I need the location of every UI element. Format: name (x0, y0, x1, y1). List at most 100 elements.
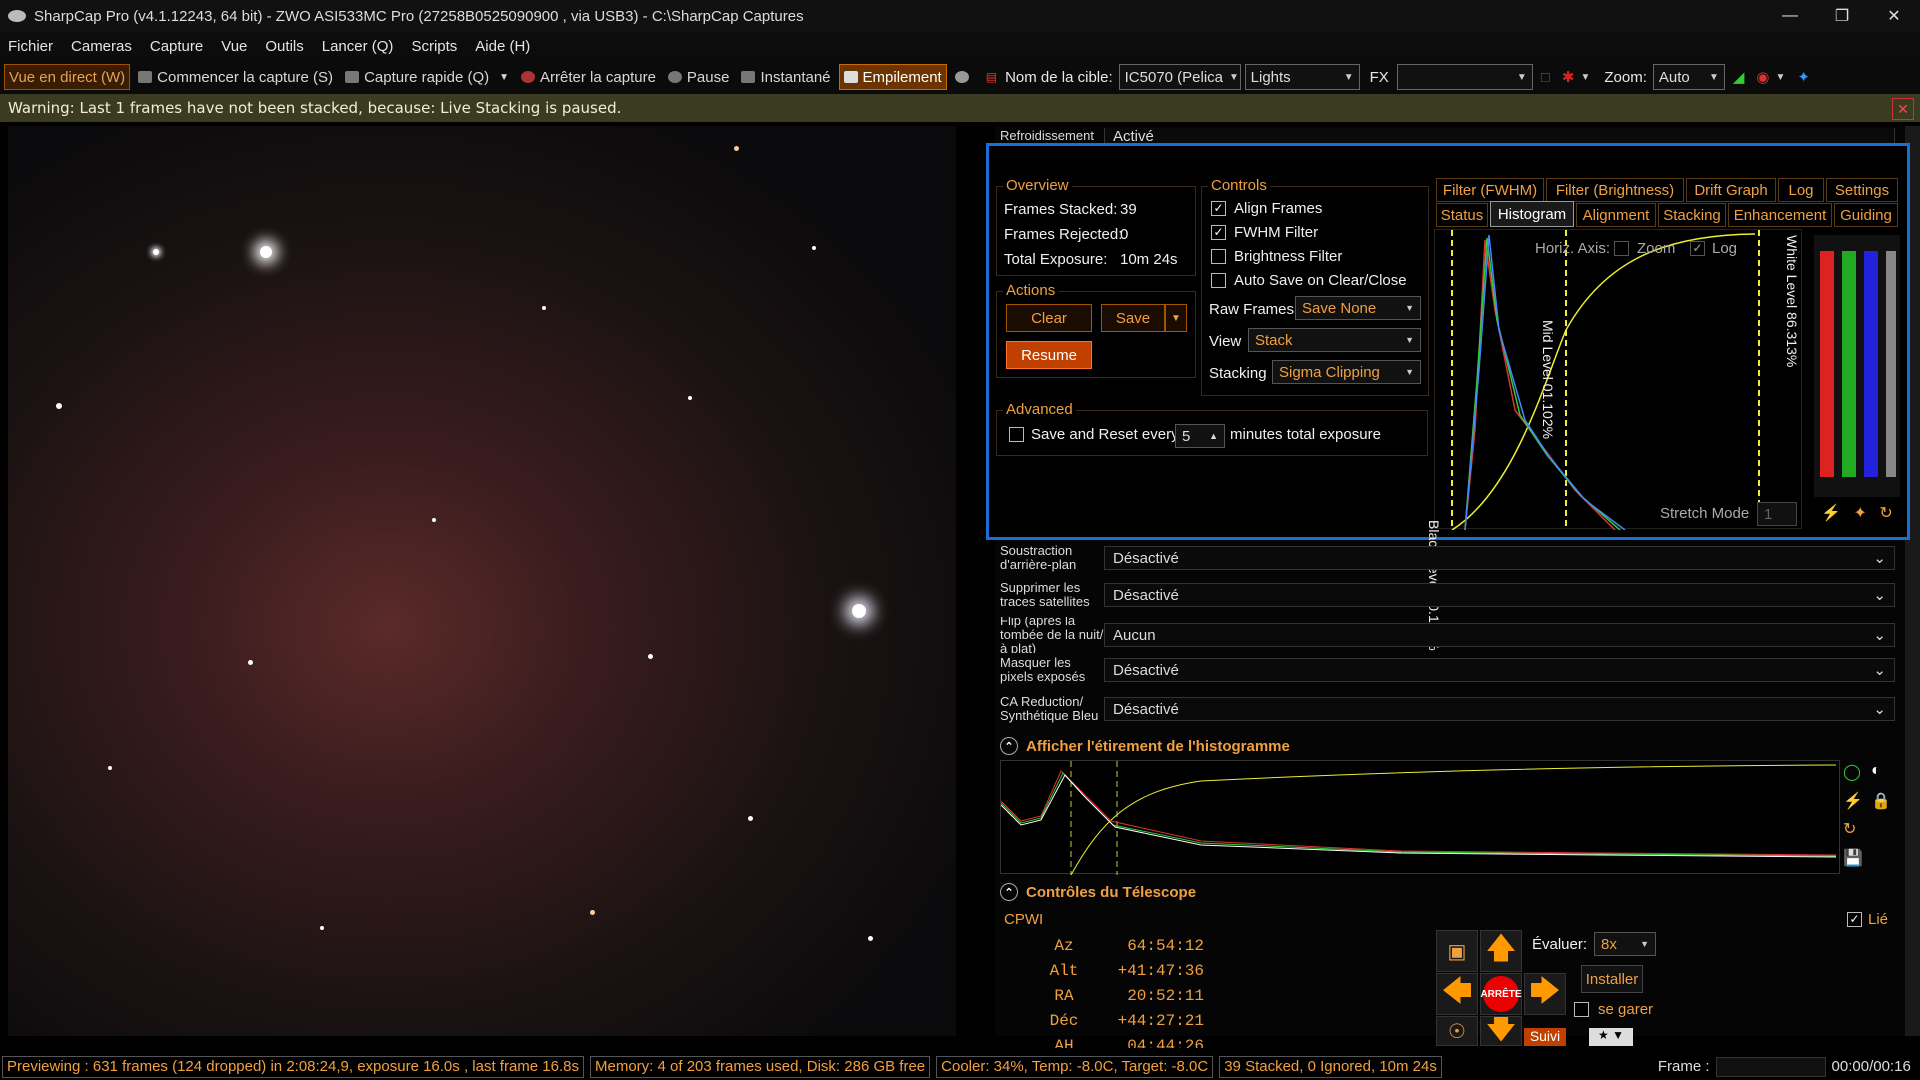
brightness-filter-checkbox[interactable] (1211, 249, 1226, 264)
rate-select[interactable]: 8x ▼ (1594, 932, 1656, 956)
install-button[interactable]: Installer (1581, 965, 1643, 993)
menu-capture[interactable]: Capture (150, 38, 203, 55)
start-capture-button[interactable]: Commencer la capture (S) (134, 64, 337, 90)
tab-filter-brightness[interactable]: Filter (Brightness) (1546, 178, 1684, 202)
lightning-icon[interactable]: ⚡ (1821, 503, 1841, 525)
spiral-search-button[interactable]: ▣ (1436, 930, 1478, 972)
luminance-slider[interactable] (1886, 251, 1896, 477)
histogram-tool-button[interactable]: ◢ (1729, 64, 1749, 90)
blue-slider[interactable] (1864, 251, 1878, 477)
collapse-icon[interactable]: ⌃ (1000, 737, 1018, 755)
contrast-icon[interactable]: ◐ (1871, 762, 1895, 787)
menu-vue[interactable]: Vue (221, 38, 247, 55)
raw-frames-select[interactable]: Save None ▼ (1295, 296, 1421, 320)
clear-button[interactable]: Clear (1006, 304, 1092, 332)
save-icon[interactable]: 💾 (1843, 848, 1867, 873)
linked-checkbox[interactable]: ✓ (1847, 912, 1862, 927)
auto-save-checkbox[interactable] (1211, 273, 1226, 288)
stop-capture-button[interactable]: Arrêter la capture (517, 64, 660, 90)
east-button[interactable]: 🡆 (1524, 973, 1566, 1015)
prop-value[interactable]: Désactivé ⌄ (1104, 546, 1895, 570)
west-button[interactable]: 🡄 (1436, 973, 1478, 1015)
save-reset-checkbox[interactable] (1009, 427, 1024, 442)
tab-log[interactable]: Log (1778, 178, 1824, 202)
prop-value[interactable]: Désactivé ⌄ (1104, 658, 1895, 682)
channel-sliders[interactable] (1814, 235, 1900, 497)
green-slider[interactable] (1842, 251, 1856, 477)
target-button[interactable]: ☉ (1436, 1016, 1478, 1046)
north-button[interactable]: 🡅 (1480, 930, 1522, 972)
focus-tool-button[interactable]: ◉ ▼ (1752, 64, 1789, 90)
view-select[interactable]: Stack ▼ (1248, 328, 1421, 352)
prop-value[interactable]: Désactivé ⌄ (1104, 697, 1895, 721)
display-histogram[interactable] (1000, 760, 1840, 876)
zoom-checkbox[interactable] (1614, 241, 1629, 256)
target-name-combo[interactable]: IC5070 (Pelica ▼ (1118, 64, 1241, 90)
rate-value: 8x (1601, 935, 1617, 953)
menu-cameras[interactable]: Cameras (71, 38, 132, 55)
crosshair-button[interactable]: ✱ ▼ (1558, 64, 1594, 90)
quick-capture-button[interactable]: Capture rapide (Q) ▼ (341, 64, 513, 90)
stack-histogram[interactable] (1434, 229, 1802, 531)
star-select-icon[interactable]: ★ ▼ (1589, 1028, 1633, 1046)
chevron-down-icon[interactable]: ▼ (499, 72, 509, 83)
save-reset-minutes-stepper[interactable]: 5 ▲ (1175, 424, 1225, 448)
save-button[interactable]: Save (1101, 304, 1165, 332)
tab-enhancement[interactable]: Enhancement (1728, 203, 1832, 227)
telescope-header[interactable]: ⌃ Contrôles du Télescope (1000, 879, 1895, 905)
resume-button[interactable]: Resume (1006, 341, 1092, 369)
south-button[interactable]: 🡇 (1480, 1016, 1522, 1046)
fx-combo[interactable]: ▼ (1396, 64, 1533, 90)
tab-settings[interactable]: Settings (1826, 178, 1898, 202)
auto-stretch-icon[interactable]: ◯ (1843, 762, 1867, 787)
tab-alignment[interactable]: Alignment (1576, 203, 1656, 227)
lightning-icon[interactable]: ⚡ (1843, 791, 1867, 816)
snapshot-button[interactable]: Instantané (737, 64, 834, 90)
save-dropdown-icon[interactable]: ▼ (1165, 304, 1187, 332)
log-checkbox[interactable]: ✓ (1690, 241, 1705, 256)
frame-type-combo[interactable]: Lights ▼ (1244, 64, 1360, 90)
red-slider[interactable] (1820, 251, 1834, 477)
controls-title: Controls (1208, 177, 1270, 194)
collapse-icon[interactable]: ⌃ (1000, 883, 1018, 901)
histogram-stretch-header[interactable]: ⌃ Afficher l'étirement de l'histogramme (1000, 733, 1895, 759)
prop-value[interactable]: Aucun ⌄ (1104, 623, 1895, 647)
stop-button[interactable]: ARRÊTE (1480, 973, 1522, 1015)
align-frames-checkbox[interactable]: ✓ (1211, 201, 1226, 216)
pause-button[interactable]: Pause (664, 64, 734, 90)
menu-fichier[interactable]: Fichier (8, 38, 53, 55)
prop-value[interactable]: Désactivé ⌄ (1104, 583, 1895, 607)
tab-status[interactable]: Status (1436, 203, 1488, 227)
tab-drift-graph[interactable]: Drift Graph (1686, 178, 1776, 202)
fwhm-filter-checkbox[interactable]: ✓ (1211, 225, 1226, 240)
image-viewport[interactable] (8, 126, 956, 1036)
stacking-button[interactable]: Empilement (838, 64, 947, 90)
tab-guiding[interactable]: Guiding (1834, 203, 1898, 227)
park-checkbox[interactable] (1574, 1002, 1589, 1017)
live-view-button[interactable]: Vue en direct (W) (4, 64, 131, 90)
tab-filter-fwhm[interactable]: Filter (FWHM) (1436, 178, 1544, 202)
frame-slider[interactable] (1715, 1056, 1826, 1077)
stretch-mode-stepper[interactable]: 1 (1757, 502, 1797, 526)
track-button[interactable]: Suivi (1524, 1028, 1566, 1046)
reticle-button[interactable]: □ (1537, 64, 1554, 90)
lock-icon[interactable]: 🔒 (1871, 791, 1895, 816)
prop-value[interactable]: Activé (1104, 128, 1895, 144)
tab-histogram[interactable]: Histogram (1490, 201, 1574, 227)
maximize-button[interactable]: ❐ (1816, 0, 1868, 32)
record-button[interactable] (951, 64, 978, 90)
stacking-select[interactable]: Sigma Clipping ▼ (1272, 360, 1421, 384)
warning-close-icon[interactable]: ✕ (1892, 98, 1914, 120)
close-button[interactable]: ✕ (1868, 0, 1920, 32)
reset-icon[interactable]: ↻ (1879, 503, 1892, 525)
minimize-button[interactable]: — (1764, 0, 1816, 32)
tab-stacking[interactable]: Stacking (1658, 203, 1726, 227)
menu-scripts[interactable]: Scripts (411, 38, 457, 55)
reset-icon[interactable]: ↻ (1843, 819, 1867, 844)
zoom-combo[interactable]: Auto ▼ (1652, 64, 1725, 90)
menu-aide[interactable]: Aide (H) (475, 38, 530, 55)
sparkle-icon[interactable]: ✦ (1854, 503, 1867, 525)
menu-lancer[interactable]: Lancer (Q) (322, 38, 394, 55)
menu-outils[interactable]: Outils (265, 38, 303, 55)
polar-align-button[interactable]: ✦ (1793, 64, 1814, 90)
